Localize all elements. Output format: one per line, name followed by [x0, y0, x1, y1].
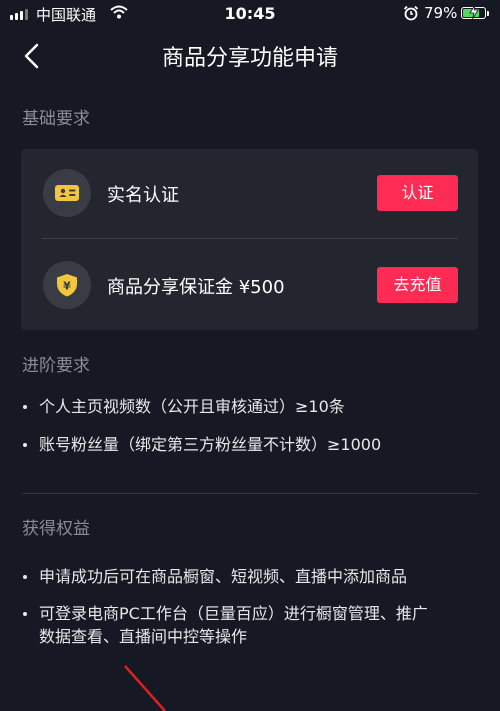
alarm-icon	[403, 5, 419, 21]
svg-text:¥: ¥	[63, 280, 71, 293]
basic-requirements-card: 实名认证 认证 ¥ 商品分享保证金 ¥500 去充值	[21, 149, 478, 330]
benefits-heading: 获得权益	[22, 519, 90, 539]
shield-yen-icon: ¥	[43, 261, 91, 309]
list-item: 申请成功后可在商品橱窗、短视频、直播中添加商品	[22, 565, 428, 588]
deposit-label: 商品分享保证金 ¥500	[107, 277, 285, 298]
list-item: 可登录电商PC工作台（巨量百应）进行橱窗管理、推广	[22, 602, 428, 625]
id-card-icon	[43, 169, 91, 217]
battery-tip	[487, 11, 489, 16]
battery-percent: 79%	[424, 4, 458, 22]
benefits-list: 申请成功后可在商品橱窗、短视频、直播中添加商品 可登录电商PC工作台（巨量百应）…	[22, 565, 428, 625]
verify-button[interactable]: 认证	[377, 175, 458, 211]
real-name-label: 实名认证	[107, 185, 179, 206]
recharge-button[interactable]: 去充值	[377, 267, 458, 303]
list-item: 个人主页视频数（公开且审核通过）≥10条	[22, 395, 381, 418]
basic-requirements-heading: 基础要求	[22, 109, 90, 129]
battery-icon	[461, 5, 486, 19]
card-divider	[42, 238, 458, 239]
advanced-requirements-list: 个人主页视频数（公开且审核通过）≥10条 账号粉丝量（绑定第三方粉丝量不计数）≥…	[22, 395, 381, 456]
page-title: 商品分享功能申请	[161, 46, 338, 71]
section-divider	[22, 493, 478, 494]
annotation-stroke	[124, 665, 166, 711]
status-bar: 中国联通 10:45 79%	[0, 0, 500, 28]
benefits-item-continuation: 数据查看、直播间中控等操作	[39, 627, 248, 646]
advanced-requirements-heading: 进阶要求	[22, 356, 90, 376]
list-item: 账号粉丝量（绑定第三方粉丝量不计数）≥1000	[22, 433, 381, 456]
